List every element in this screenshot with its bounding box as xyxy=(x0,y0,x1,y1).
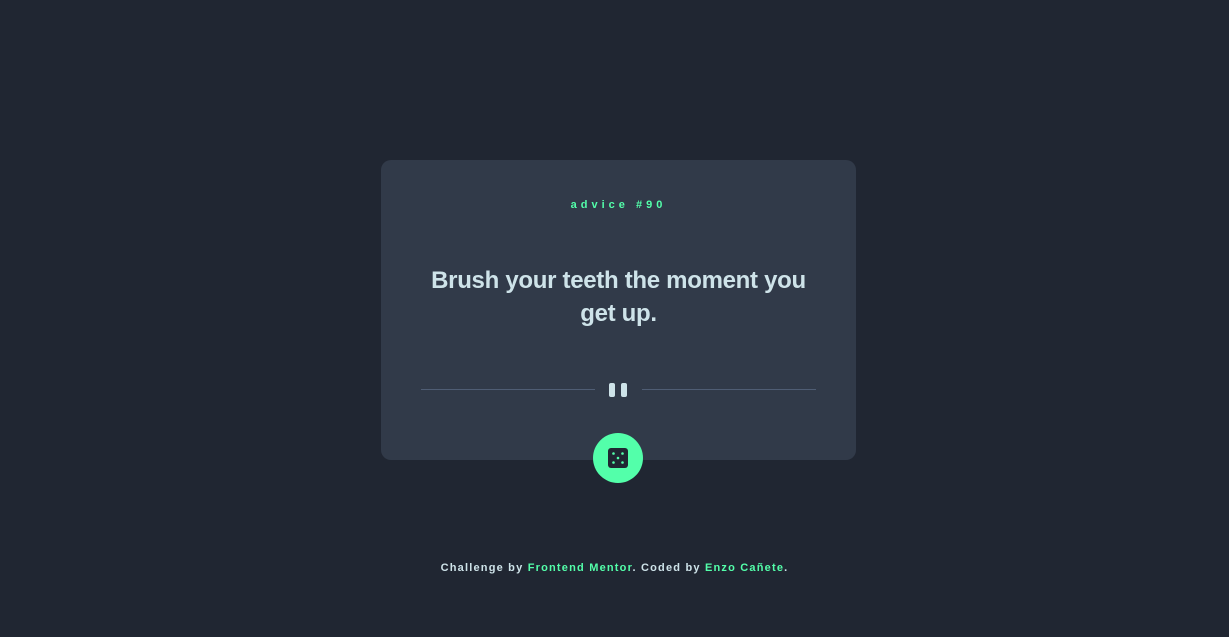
attribution-challenge-prefix: Challenge by xyxy=(440,562,528,574)
attribution-coded-prefix: . Coded by xyxy=(632,562,705,574)
advice-number: 90 xyxy=(636,199,666,211)
divider-line-right xyxy=(642,389,816,390)
divider-line-left xyxy=(421,389,595,390)
advice-id: advice 90 xyxy=(381,198,856,212)
attribution: Challenge by Frontend Mentor. Coded by E… xyxy=(0,561,1229,575)
advice-label: advice xyxy=(570,199,629,211)
dice-icon xyxy=(608,448,628,468)
dice-button[interactable] xyxy=(593,433,643,483)
attribution-suffix: . xyxy=(784,562,789,574)
author-link[interactable]: Enzo Cañete xyxy=(705,562,784,574)
frontend-mentor-link[interactable]: Frontend Mentor xyxy=(528,562,633,574)
pause-icon xyxy=(609,382,629,398)
advice-text: Brush your teeth the moment you get up. xyxy=(431,267,806,327)
advice-card: advice 90 Brush your teeth the moment yo… xyxy=(381,160,856,460)
pattern-divider xyxy=(421,382,816,398)
